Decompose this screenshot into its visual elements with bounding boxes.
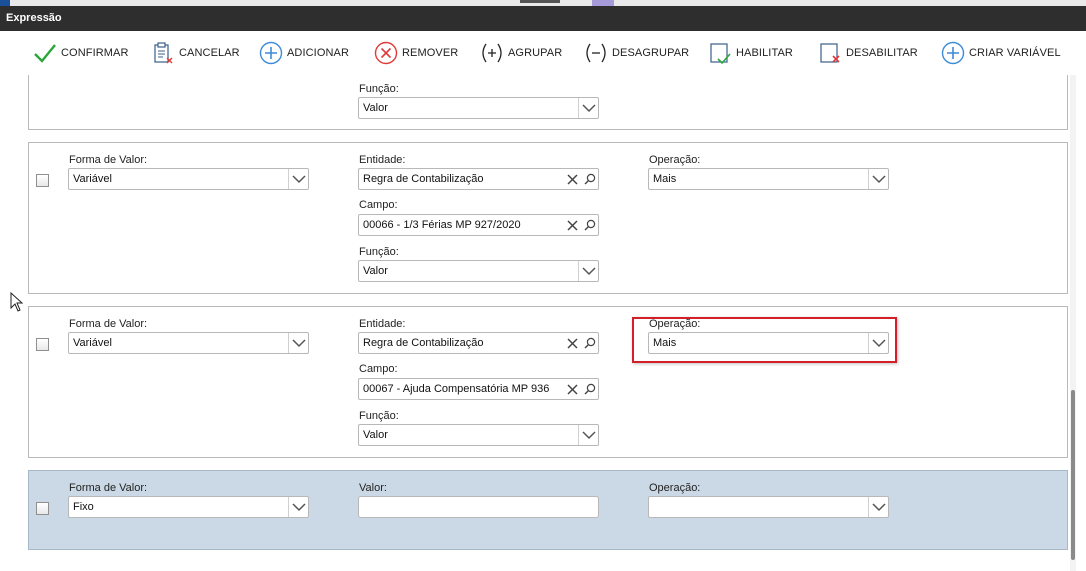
group-plus-icon [479, 40, 505, 66]
plus-circle-icon [258, 40, 284, 66]
chevron-down-icon[interactable] [868, 497, 888, 517]
agrupar-button[interactable]: AGRUPAR [479, 40, 562, 66]
clear-icon[interactable] [564, 215, 581, 235]
chevron-down-icon[interactable] [578, 425, 598, 445]
entidade-lookup[interactable]: Regra de Contabilização [358, 332, 599, 354]
confirmar-button[interactable]: CONFIRMAR [32, 40, 129, 66]
chevron-down-icon[interactable] [578, 261, 598, 281]
valor-label: Valor: [359, 482, 387, 494]
operacao-label: Operação: [649, 482, 701, 494]
chevron-down-icon[interactable] [288, 497, 308, 517]
toolbar: CONFIRMAR CANCELAR ADICIONAR REMOVER AGR… [0, 31, 1086, 75]
chevron-down-icon[interactable] [288, 169, 308, 189]
operacao-select[interactable]: Mais [648, 332, 889, 354]
enable-checkbox-icon [707, 40, 733, 66]
search-icon[interactable] [581, 215, 598, 235]
check-icon [32, 40, 58, 66]
funcao-select[interactable]: Valor [358, 260, 599, 282]
expression-list: Função: Valor Forma de Valor: Variável E… [0, 75, 1086, 571]
forma-de-valor-select[interactable]: Variável [68, 332, 309, 354]
campo-lookup[interactable]: 00066 - 1/3 Férias MP 927/2020 [358, 214, 599, 236]
top-mark [520, 0, 560, 3]
valor-input[interactable] [358, 496, 599, 518]
campo-lookup[interactable]: 00067 - Ajuda Compensatória MP 936 [358, 378, 599, 400]
clear-icon[interactable] [564, 379, 581, 399]
entidade-lookup[interactable]: Regra de Contabilização [358, 168, 599, 190]
campo-label: Campo: [359, 363, 398, 375]
adicionar-button[interactable]: ADICIONAR [258, 40, 349, 66]
operacao-label: Operação: [649, 154, 701, 166]
chevron-down-icon[interactable] [868, 169, 888, 189]
cancel-document-icon [150, 40, 176, 66]
operacao-label: Operação: [649, 318, 701, 330]
expression-row-3: Forma de Valor: Variável Entidade: Regra… [28, 306, 1068, 458]
expression-row-2: Forma de Valor: Variável Entidade: Regra… [28, 142, 1068, 294]
chevron-down-icon[interactable] [578, 98, 598, 118]
window-title: Expressão [0, 6, 1086, 31]
entidade-label: Entidade: [359, 318, 406, 330]
chevron-down-icon[interactable] [868, 333, 888, 353]
clear-icon[interactable] [564, 333, 581, 353]
scrollbar-thumb[interactable] [1071, 390, 1075, 560]
clear-icon[interactable] [564, 169, 581, 189]
forma-de-valor-label: Forma de Valor: [69, 154, 148, 166]
entidade-label: Entidade: [359, 154, 406, 166]
forma-de-valor-label: Forma de Valor: [69, 318, 148, 330]
funcao-label: Função: [359, 246, 399, 258]
campo-label: Campo: [359, 199, 398, 211]
forma-de-valor-select[interactable]: Variável [68, 168, 309, 190]
desagrupar-button[interactable]: DESAGRUPAR [583, 40, 689, 66]
ungroup-minus-icon [583, 40, 609, 66]
row-checkbox[interactable] [36, 338, 49, 351]
search-icon[interactable] [581, 169, 598, 189]
expression-row-4: Forma de Valor: Fixo Valor: Operação: [28, 470, 1068, 550]
row-checkbox[interactable] [36, 502, 49, 515]
operacao-select[interactable]: Mais [648, 168, 889, 190]
plus-circle-icon [940, 40, 966, 66]
search-icon[interactable] [581, 379, 598, 399]
funcao-label: Função: [359, 410, 399, 422]
row-checkbox[interactable] [36, 174, 49, 187]
remover-button[interactable]: REMOVER [373, 40, 458, 66]
funcao-label: Função: [359, 83, 399, 95]
chevron-down-icon[interactable] [288, 333, 308, 353]
mouse-pointer-icon [10, 291, 24, 315]
criar-variavel-button[interactable]: CRIAR VARIÁVEL [940, 40, 1061, 66]
desabilitar-button[interactable]: DESABILITAR [817, 40, 918, 66]
forma-de-valor-label: Forma de Valor: [69, 482, 148, 494]
funcao-select[interactable]: Valor [358, 97, 599, 119]
cancelar-button[interactable]: CANCELAR [150, 40, 240, 66]
x-circle-icon [373, 40, 399, 66]
search-icon[interactable] [581, 333, 598, 353]
habilitar-button[interactable]: HABILITAR [707, 40, 793, 66]
forma-de-valor-select[interactable]: Fixo [68, 496, 309, 518]
expression-row-1: Função: Valor [28, 75, 1068, 130]
operacao-select[interactable] [648, 496, 889, 518]
funcao-select[interactable]: Valor [358, 424, 599, 446]
disable-checkbox-icon [817, 40, 843, 66]
